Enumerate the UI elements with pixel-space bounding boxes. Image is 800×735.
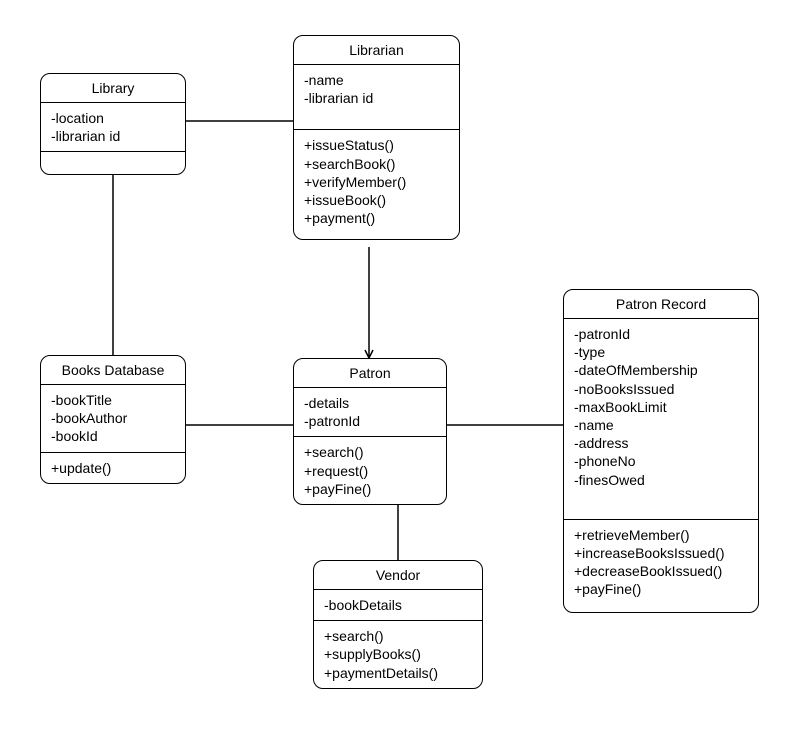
class-patron-title: Patron [294,359,446,388]
class-books-database-attributes: -bookTitle -bookAuthor -bookId [41,385,185,453]
attr: -librarian id [51,127,175,145]
attr: -patronId [304,412,436,430]
method: +issueStatus() [304,136,449,154]
method: +search() [304,443,436,461]
class-books-database-methods: +update() [41,453,185,483]
attr: -phoneNo [574,452,748,470]
attr: -bookDetails [324,596,472,614]
method: +decreaseBookIssued() [574,562,748,580]
class-patron-record-attributes: -patronId -type -dateOfMembership -noBoo… [564,319,758,520]
method: +update() [51,459,175,477]
method: +search() [324,627,472,645]
class-books-database-title: Books Database [41,356,185,385]
class-patron-record-title: Patron Record [564,290,758,319]
attr: -name [304,71,449,89]
method: +issueBook() [304,191,449,209]
method: +increaseBooksIssued() [574,544,748,562]
class-books-database: Books Database -bookTitle -bookAuthor -b… [40,355,186,484]
class-librarian-methods: +issueStatus() +searchBook() +verifyMemb… [294,130,459,239]
class-library-methods [41,152,185,174]
method: +payFine() [304,480,436,498]
class-vendor-title: Vendor [314,561,482,590]
attr: -address [574,434,748,452]
attr: -bookId [51,427,175,445]
attr: -bookTitle [51,391,175,409]
method: +supplyBooks() [324,645,472,663]
class-library: Library -location -librarian id [40,73,186,175]
attr: -librarian id [304,89,449,107]
class-vendor-attributes: -bookDetails [314,590,482,621]
class-patron-attributes: -details -patronId [294,388,446,437]
class-librarian-title: Librarian [294,36,459,65]
attr: -patronId [574,325,748,343]
method: +verifyMember() [304,173,449,191]
class-librarian-attributes: -name -librarian id [294,65,459,130]
attr: -maxBookLimit [574,398,748,416]
method: +request() [304,462,436,480]
attr: -noBooksIssued [574,380,748,398]
attr: -finesOwed [574,471,748,489]
class-patron: Patron -details -patronId +search() +req… [293,358,447,505]
class-patron-record-methods: +retrieveMember() +increaseBooksIssued()… [564,520,758,613]
attr: -details [304,394,436,412]
attr: -type [574,343,748,361]
class-patron-methods: +search() +request() +payFine() [294,437,446,504]
attr: -name [574,416,748,434]
uml-class-diagram: Library -location -librarian id Libraria… [0,0,800,735]
attr: -bookAuthor [51,409,175,427]
class-librarian: Librarian -name -librarian id +issueStat… [293,35,460,240]
class-vendor-methods: +search() +supplyBooks() +paymentDetails… [314,621,482,688]
class-vendor: Vendor -bookDetails +search() +supplyBoo… [313,560,483,689]
method: +paymentDetails() [324,664,472,682]
attr: -location [51,109,175,127]
method: +searchBook() [304,155,449,173]
method: +retrieveMember() [574,526,748,544]
class-library-attributes: -location -librarian id [41,103,185,152]
method: +payment() [304,209,449,227]
class-patron-record: Patron Record -patronId -type -dateOfMem… [563,289,759,613]
method: +payFine() [574,580,748,598]
attr: -dateOfMembership [574,361,748,379]
class-library-title: Library [41,74,185,103]
